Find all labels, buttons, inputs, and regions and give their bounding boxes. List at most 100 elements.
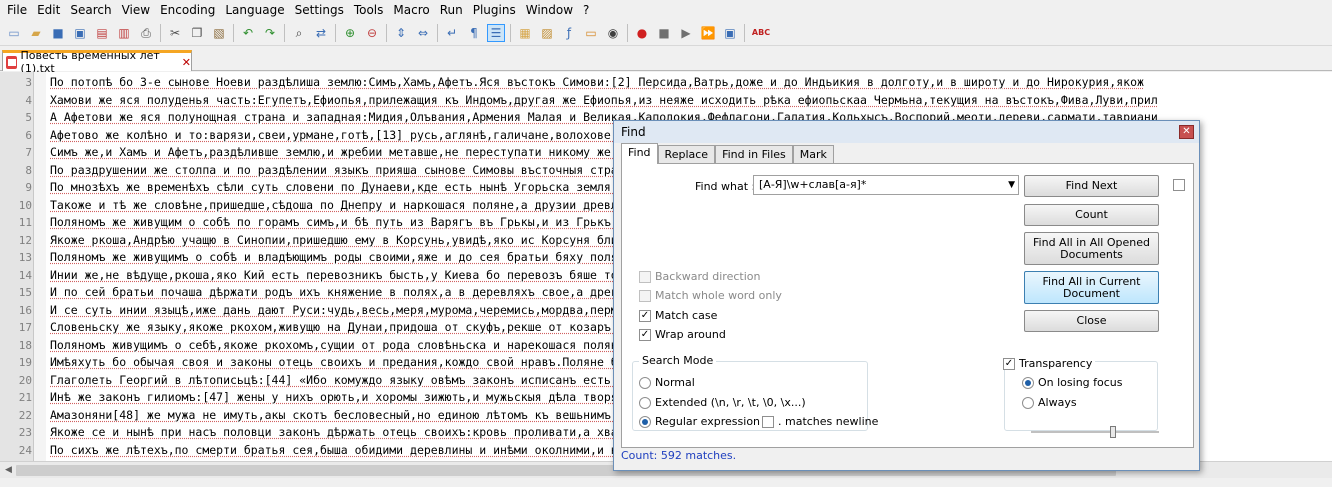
save-icon[interactable]: ■ [49, 24, 67, 42]
find-next-button[interactable]: Find Next [1024, 175, 1159, 197]
toolbar-separator [386, 23, 387, 42]
menu-bar: File Edit Search View Encoding Language Settin… [0, 0, 1332, 20]
menu-run[interactable]: Run [437, 0, 470, 20]
menu-settings[interactable]: Settings [292, 0, 351, 20]
find-panel: Find what : [А-Я]\w+слав[а-я]* ▼ Find Ne… [621, 163, 1194, 448]
toolbar-separator [510, 23, 511, 42]
tab-bar: Повесть временных лет (1).txt ✕ [0, 47, 1332, 75]
backward-direction-checkbox[interactable]: Backward direction [639, 270, 760, 283]
line-number: 7 [25, 146, 32, 159]
find-next-option-checkbox[interactable] [1173, 179, 1189, 191]
tab-find-in-files[interactable]: Find in Files [715, 145, 793, 164]
match-case-checkbox[interactable]: ✓ Match case [639, 309, 717, 322]
line-number: 20 [18, 373, 32, 387]
copy-icon[interactable]: ❐ [188, 24, 206, 42]
print-icon[interactable]: ⎙ [137, 24, 155, 42]
user-language-icon[interactable]: ▦ [516, 24, 534, 42]
doc-map-icon[interactable]: ▨ [538, 24, 556, 42]
show-all-chars-icon[interactable]: ¶ [465, 24, 483, 42]
menu-file[interactable]: File [4, 0, 34, 20]
play-multiple-icon[interactable]: ⏩ [699, 24, 717, 42]
find-status-text: Count: 592 matches. [621, 449, 737, 462]
tab-find[interactable]: Find [621, 143, 658, 164]
redo-icon[interactable]: ↷ [261, 24, 279, 42]
close-all-icon[interactable]: ▥ [115, 24, 133, 42]
sync-vertical-icon[interactable]: ⇕ [392, 24, 410, 42]
transparency-slider[interactable] [1031, 426, 1159, 438]
status-bar [0, 478, 1332, 487]
find-icon[interactable]: ⌕ [290, 24, 308, 42]
transparency-always-radio[interactable]: Always [1022, 396, 1077, 409]
match-whole-word-checkbox[interactable]: Match whole word only [639, 289, 782, 302]
matches-newline-checkbox[interactable]: . matches newline [762, 415, 878, 428]
paste-icon[interactable]: ▧ [210, 24, 228, 42]
undo-icon[interactable]: ↶ [239, 24, 257, 42]
function-list-icon[interactable]: ƒ [560, 24, 578, 42]
transparency-checkbox[interactable]: ✓ Transparency [1003, 357, 1096, 370]
tab-replace[interactable]: Replace [657, 145, 716, 164]
menu-search[interactable]: Search [67, 0, 118, 20]
find-what-label: Find what : [695, 180, 756, 193]
dropdown-arrow-icon[interactable]: ▼ [1008, 176, 1015, 194]
play-macro-icon[interactable]: ▶ [677, 24, 695, 42]
check-mark-icon: ✓ [639, 309, 651, 322]
monitoring-icon[interactable]: ◉ [604, 24, 622, 42]
search-mode-regex-radio[interactable]: Regular expression [639, 415, 760, 428]
scroll-left-icon[interactable]: ◀ [1, 464, 16, 477]
menu-tools[interactable]: Tools [351, 0, 391, 20]
check-mark-icon: ✓ [1003, 357, 1015, 370]
menu-macro[interactable]: Macro [390, 0, 436, 20]
replace-icon[interactable]: ⇄ [312, 24, 330, 42]
menu-window[interactable]: Window [523, 0, 580, 20]
find-dialog: Find ✕ Find Replace Find in Files Mark F… [613, 120, 1200, 471]
line-number: 10 [18, 198, 32, 212]
count-button[interactable]: Count [1024, 204, 1159, 226]
open-file-icon[interactable]: ▰ [27, 24, 45, 42]
editor-line[interactable]: 4 Хамови же яся полуденья часть:Егупетъ,Е… [0, 92, 1332, 109]
new-file-icon[interactable]: ▭ [5, 24, 23, 42]
check-mark-icon: ✓ [639, 328, 651, 341]
menu-encoding[interactable]: Encoding [157, 0, 222, 20]
toolbar-separator [233, 23, 234, 42]
find-what-input[interactable]: [А-Я]\w+слав[а-я]* ▼ [753, 175, 1019, 195]
find-all-current-button[interactable]: Find All in Current Document [1024, 271, 1159, 304]
line-number: 3 [25, 76, 32, 89]
tab-mark[interactable]: Mark [792, 145, 834, 164]
line-number: 21 [18, 391, 32, 404]
dialog-close-button[interactable]: ✕ [1179, 125, 1194, 139]
wrap-around-checkbox[interactable]: ✓ Wrap around [639, 328, 726, 341]
spell-check-icon[interactable]: ABC [750, 24, 772, 42]
save-macro-icon[interactable]: ▣ [721, 24, 739, 42]
line-number: 6 [25, 128, 32, 142]
sync-horizontal-icon[interactable]: ⇔ [414, 24, 432, 42]
document-icon [6, 55, 17, 69]
line-text[interactable]: По потопѣ бо 3-е сынове Ноеви раздѣлиша … [50, 74, 1144, 91]
word-wrap-icon[interactable]: ↵ [443, 24, 461, 42]
menu-language[interactable]: Language [222, 0, 291, 20]
cut-icon[interactable]: ✂ [166, 24, 184, 42]
menu-help[interactable]: ? [580, 0, 596, 20]
find-all-opened-button[interactable]: Find All in All Opened Documents [1024, 232, 1159, 265]
save-all-icon[interactable]: ▣ [71, 24, 89, 42]
search-mode-extended-radio[interactable]: Extended (\n, \r, \t, \0, \x...) [639, 396, 806, 409]
zoom-in-icon[interactable]: ⊕ [341, 24, 359, 42]
folder-workspace-icon[interactable]: ▭ [582, 24, 600, 42]
indent-guide-icon[interactable]: ☰ [487, 23, 505, 42]
stop-macro-icon[interactable]: ■ [655, 24, 673, 42]
file-tab[interactable]: Повесть временных лет (1).txt ✕ [2, 49, 192, 75]
editor-line[interactable]: 3 По потопѣ бо 3-е сынове Ноеви раздѣлиша… [0, 74, 1332, 91]
record-macro-icon[interactable]: ● [633, 24, 651, 42]
transparency-on-losing-focus-radio[interactable]: On losing focus [1022, 376, 1123, 389]
slider-knob[interactable] [1110, 426, 1116, 438]
menu-edit[interactable]: Edit [34, 0, 67, 20]
zoom-out-icon[interactable]: ⊖ [363, 24, 381, 42]
close-tab-icon[interactable]: ✕ [182, 56, 191, 69]
search-mode-normal-radio[interactable]: Normal [639, 376, 695, 389]
dialog-tabs: Find Replace Find in Files Mark [621, 143, 834, 164]
close-file-icon[interactable]: ▤ [93, 24, 111, 42]
line-number: 22 [18, 408, 32, 422]
close-button[interactable]: Close [1024, 310, 1159, 332]
line-text[interactable]: Хамови же яся полуденья часть:Егупетъ,Еф… [50, 92, 1158, 109]
menu-view[interactable]: View [119, 0, 157, 20]
menu-plugins[interactable]: Plugins [470, 0, 523, 20]
